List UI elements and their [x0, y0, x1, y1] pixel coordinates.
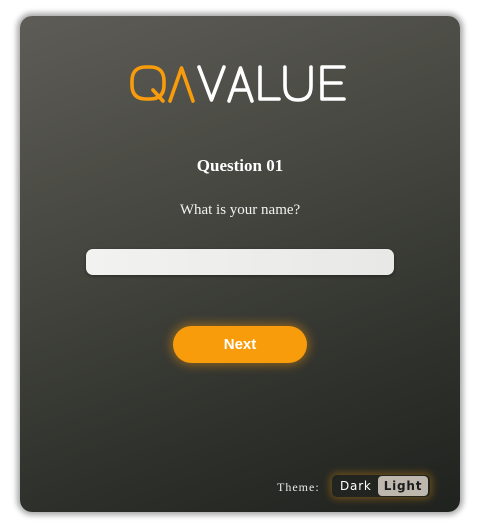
next-button[interactable]: Next — [173, 326, 307, 363]
theme-toggle[interactable]: Dark Light — [332, 475, 431, 497]
theme-option-dark[interactable]: Dark — [334, 476, 378, 496]
quiz-card: Question 01 What is your name? Next Them… — [20, 16, 460, 512]
question-title: Question 01 — [196, 156, 284, 175]
theme-label: Theme: — [277, 480, 320, 494]
name-answer-input[interactable] — [86, 249, 394, 275]
theme-option-light[interactable]: Light — [377, 476, 429, 496]
question-prompt: What is your name? — [179, 202, 301, 218]
qavalue-logo — [130, 64, 352, 104]
